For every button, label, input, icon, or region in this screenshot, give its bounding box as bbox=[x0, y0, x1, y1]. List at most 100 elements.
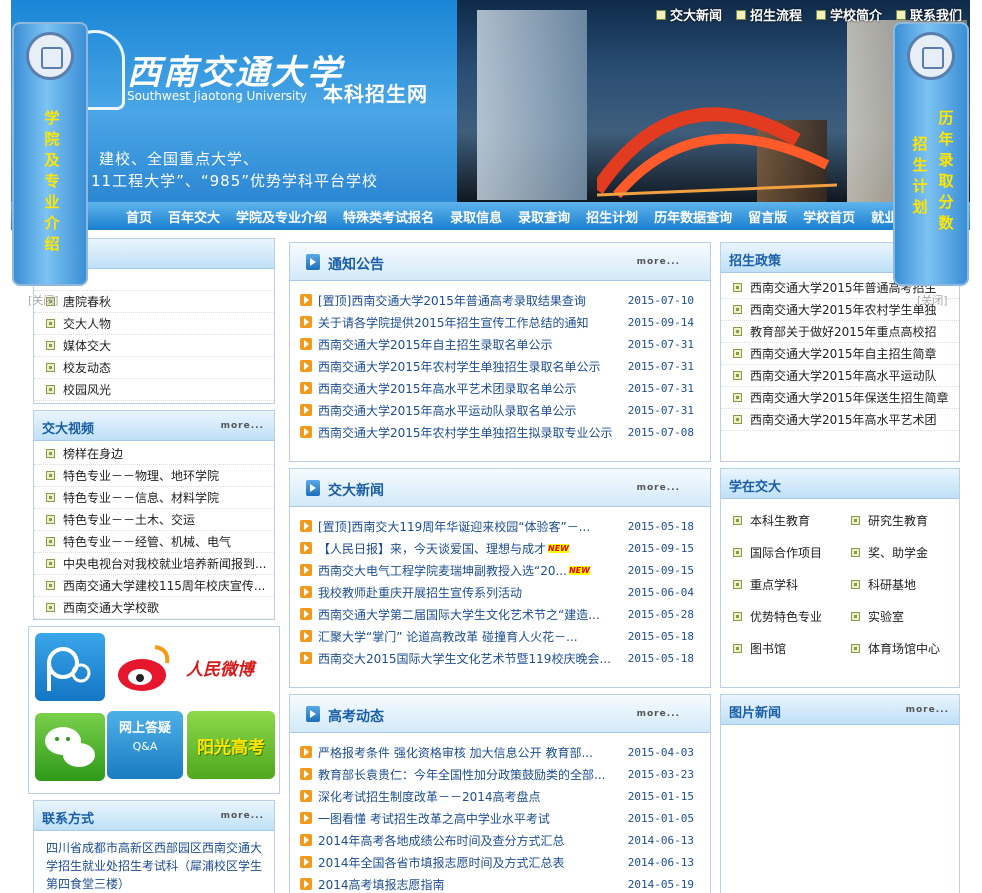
news-item[interactable]: 西南交大电气工程学院麦瑞坤副教授入选“20... NEW 2015-09-15 bbox=[300, 559, 710, 581]
link-bullet-icon bbox=[895, 9, 906, 20]
video-item[interactable]: 中央电视台对我校就业培养新闻报到... bbox=[34, 553, 274, 575]
nav-colleges[interactable]: 学院及专业介绍 bbox=[228, 207, 335, 226]
policy-item[interactable]: 西南交通大学2015年高水平艺术团 bbox=[721, 409, 959, 431]
notice-item[interactable]: 西南交通大学2015年高水平运动队录取名单公示 2015-07-31 bbox=[300, 399, 710, 421]
people-weibo-icon[interactable]: 人民微博 bbox=[185, 633, 255, 701]
gaokao-item[interactable]: 严格报考条件 强化资格审核 加大信息公开 教育部... 2015-04-03 bbox=[300, 741, 710, 763]
mobile-site-icon[interactable] bbox=[35, 633, 105, 701]
list-item[interactable]: 校园风光 bbox=[34, 379, 274, 401]
float-ad-right-close[interactable]: [关闭] bbox=[917, 292, 948, 308]
link-bullet-icon bbox=[735, 9, 746, 20]
wechat-icon[interactable] bbox=[35, 713, 105, 781]
nav-special-exam[interactable]: 特殊类考试报名 bbox=[335, 207, 442, 226]
list-item[interactable]: 唐院春秋 bbox=[34, 291, 274, 313]
list-item[interactable]: 交大人物 bbox=[34, 313, 274, 335]
link-bullet-icon bbox=[815, 9, 826, 20]
video-item[interactable]: 西南交通大学建校115周年校庆宣传... bbox=[34, 575, 274, 597]
xuezai-link[interactable]: 科研基地 bbox=[851, 573, 969, 595]
news-item[interactable]: 汇聚大学“掌门” 论道高教改革 碰撞育人火花－... 2015-05-18 bbox=[300, 625, 710, 647]
nav-home[interactable]: 首页 bbox=[118, 207, 160, 226]
news-item[interactable]: [置顶]西南交大119周年华诞迎来校园“体验客”－... 2015-05-18 bbox=[300, 515, 710, 537]
float-ad-colleges[interactable]: 学院及专业介绍 bbox=[12, 22, 88, 286]
bullet-icon bbox=[733, 415, 742, 424]
notice-item[interactable]: 西南交通大学2015年农村学生单独招生录取名单公示 2015-07-31 bbox=[300, 355, 710, 377]
nav-history-data[interactable]: 历年数据查询 bbox=[646, 207, 740, 226]
gaokao-item[interactable]: 教育部长袁贵仁：今年全国性加分政策鼓励类的全部... 2015-03-23 bbox=[300, 763, 710, 785]
xuezai-link[interactable]: 体育场馆中心 bbox=[851, 637, 969, 659]
nav-history[interactable]: 百年交大 bbox=[160, 207, 228, 226]
video-item[interactable]: 特色专业－－信息、材料学院 bbox=[34, 487, 274, 509]
toplink-news[interactable]: 交大新闻 bbox=[655, 5, 722, 24]
nav-plan[interactable]: 招生计划 bbox=[578, 207, 646, 226]
notice-item[interactable]: [置顶]西南交通大学2015年普通高考录取结果查询 2015-07-10 bbox=[300, 289, 710, 311]
float-ad-left-close[interactable]: [关闭] bbox=[28, 292, 59, 308]
bullet-icon bbox=[851, 611, 860, 621]
sina-weibo-icon[interactable] bbox=[109, 633, 179, 701]
list-item[interactable]: 媒体交大 bbox=[34, 335, 274, 357]
video-item[interactable]: 特色专业－－土木、交运 bbox=[34, 509, 274, 531]
toplink-process[interactable]: 招生流程 bbox=[735, 5, 802, 24]
xuezai-link[interactable]: 本科生教育 bbox=[733, 509, 851, 531]
gaokao-item[interactable]: 2014年高考各地成绩公布时间及查分方式汇总 2014-06-13 bbox=[300, 829, 710, 851]
social-box: 人民微博 网上答疑 Q&A 阳光高考 bbox=[28, 626, 280, 794]
online-qa-icon[interactable]: 网上答疑 Q&A bbox=[107, 711, 183, 779]
video-item[interactable]: 特色专业－－经管、机械、电气 bbox=[34, 531, 274, 553]
video-item[interactable]: 特色专业－－物理、地环学院 bbox=[34, 465, 274, 487]
video-more-link[interactable]: more... bbox=[221, 421, 264, 431]
video-item[interactable]: 榜样在身边 bbox=[34, 443, 274, 465]
notice-item[interactable]: 西南交通大学2015年高水平艺术团录取名单公示 2015-07-31 bbox=[300, 377, 710, 399]
gaokao-box: 高考动态 more... 严格报考条件 强化资格审核 加大信息公开 教育部... 2… bbox=[289, 694, 711, 893]
notice-item[interactable]: 西南交通大学2015年农村学生单独招生拟录取专业公示 2015-07-08 bbox=[300, 421, 710, 443]
university-name-cn: 西南交通大学 bbox=[127, 53, 343, 93]
bullet-icon bbox=[851, 547, 860, 557]
xuezai-link[interactable]: 图书馆 bbox=[733, 637, 851, 659]
policy-item[interactable]: 西南交通大学2015年自主招生简章 bbox=[721, 343, 959, 365]
toplink-intro[interactable]: 学校简介 bbox=[815, 5, 882, 24]
nav-school-home[interactable]: 学校首页 bbox=[795, 207, 863, 226]
sunshine-gaokao-icon[interactable]: 阳光高考 bbox=[187, 711, 275, 779]
video-item[interactable]: 西南交通大学校歌 bbox=[34, 597, 274, 619]
xuezai-link[interactable]: 重点学科 bbox=[733, 573, 851, 595]
float-ad-plan-scores[interactable]: 招生计划 历年录取分数 bbox=[893, 22, 969, 286]
new-badge: NEW bbox=[548, 543, 569, 553]
xuezai-link[interactable]: 实验室 bbox=[851, 605, 969, 627]
notice-item[interactable]: 西南交通大学2015年自主招生录取名单公示 2015-07-31 bbox=[300, 333, 710, 355]
news-more-link[interactable]: more... bbox=[637, 483, 680, 493]
bullet-icon bbox=[46, 385, 55, 394]
gaokao-item[interactable]: 深化考试招生制度改革－－2014高考盘点 2015-01-15 bbox=[300, 785, 710, 807]
bullet-icon bbox=[733, 327, 742, 336]
nav-admission-query[interactable]: 录取查询 bbox=[510, 207, 578, 226]
xuezai-link[interactable]: 研究生教育 bbox=[851, 509, 969, 531]
gaokao-item[interactable]: 2014高考填报志愿指南 2014-05-19 bbox=[300, 873, 710, 893]
slogan-line-2: 11工程大学”、“985”优势学科平台学校 bbox=[91, 172, 379, 190]
news-item[interactable]: 西南交大2015国际大学生文化艺术节暨119校庆晚会... 2015-05-18 bbox=[300, 647, 710, 669]
nav-admission-info[interactable]: 录取信息 bbox=[442, 207, 510, 226]
gaokao-item[interactable]: 2014年全国各省市填报志愿时间及方式汇总表 2014-06-13 bbox=[300, 851, 710, 873]
news-item[interactable]: 我校教师赴重庆开展招生宣传系列活动 2015-06-04 bbox=[300, 581, 710, 603]
arrow-icon bbox=[300, 768, 312, 780]
gaokao-more-link[interactable]: more... bbox=[637, 709, 680, 719]
nav-guestbook[interactable]: 留言版 bbox=[740, 207, 795, 226]
contact-more-link[interactable]: more... bbox=[221, 811, 264, 821]
xuezai-link[interactable]: 奖、助学金 bbox=[851, 541, 969, 563]
bullet-icon bbox=[46, 515, 55, 524]
xuezai-link[interactable]: 优势特色专业 bbox=[733, 605, 851, 627]
policy-item[interactable]: 西南交通大学2015年保送生招生简章 bbox=[721, 387, 959, 409]
list-item[interactable]: 校友动态 bbox=[34, 357, 274, 379]
bullet-icon bbox=[733, 393, 742, 402]
xuezai-link[interactable]: 国际合作项目 bbox=[733, 541, 851, 563]
photo-news-more-link[interactable]: more... bbox=[906, 705, 949, 715]
policy-item[interactable]: 西南交通大学2015年高水平运动队 bbox=[721, 365, 959, 387]
notice-more-link[interactable]: more... bbox=[637, 257, 680, 267]
news-item[interactable]: 西南交通大学第二届国际大学生文化艺术节之“建造... 2015-05-28 bbox=[300, 603, 710, 625]
photo-news-title: 图片新闻 bbox=[729, 706, 782, 721]
section-arrow-icon bbox=[306, 480, 320, 496]
news-item[interactable]: 【人民日报】来，今天谈爱国、理想与成才 NEW 2015-09-15 bbox=[300, 537, 710, 559]
policy-item[interactable]: 教育部关于做好2015年重点高校招 bbox=[721, 321, 959, 343]
bullet-icon bbox=[46, 537, 55, 546]
bullet-icon bbox=[733, 643, 742, 653]
bullet-icon bbox=[46, 471, 55, 480]
gaokao-item[interactable]: 一图看懂 考试招生改革之高中学业水平考试 2015-01-05 bbox=[300, 807, 710, 829]
notice-title: 通知公告 bbox=[328, 257, 384, 273]
notice-item[interactable]: 关于请各学院提供2015年招生宣传工作总结的通知 2015-09-14 bbox=[300, 311, 710, 333]
